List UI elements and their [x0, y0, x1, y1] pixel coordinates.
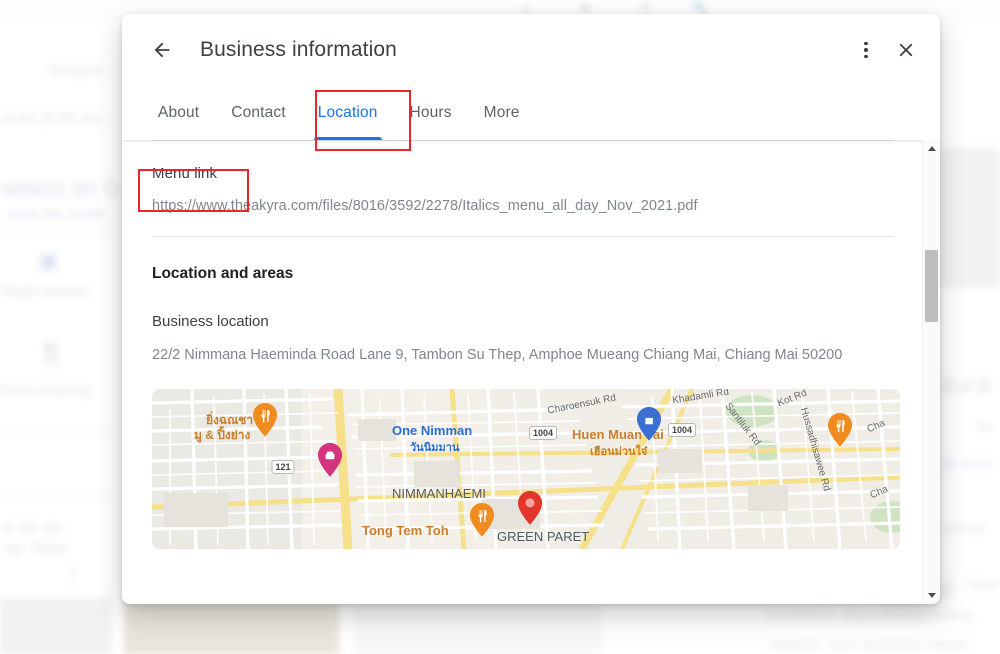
background-text: aura	[938, 368, 991, 398]
bg-top-icon-3: ▤	[639, 0, 652, 14]
scrollbar-up-arrow[interactable]	[923, 140, 940, 157]
back-button[interactable]	[142, 30, 182, 70]
map-base-layer	[152, 389, 900, 549]
location-and-areas-title: Location and areas	[152, 265, 294, 282]
arrow-left-icon	[154, 42, 170, 58]
background-photo-tile	[0, 598, 112, 654]
menu-link-url[interactable]: https://www.theakyra.com/files/8016/3592…	[152, 182, 894, 236]
background-photo-tile	[930, 148, 1000, 288]
background-text: siness	[944, 520, 985, 536]
dialog-header: Business information About Contact Locatio…	[122, 14, 940, 140]
background-divider	[0, 432, 118, 433]
location-map[interactable]: ยิ่งฉณชา มู & ปิ้งย่าง One Nimman วันนิมมาน…	[152, 389, 900, 549]
dialog-scroll-area[interactable]: Menu link https://www.theakyra.com/files…	[122, 140, 940, 604]
background-text: Located in: akyra Manor Chiang	[768, 606, 973, 622]
background-text: esults (0.60 sec	[0, 110, 105, 127]
bg-top-icon-4: 🔍	[692, 0, 707, 14]
dialog-header-row: Business information	[122, 14, 940, 86]
background-divider	[0, 495, 118, 496]
business-address: 22/2 Nimmana Haeminda Road Lane 9, Tambo…	[152, 347, 843, 363]
dialog-scrollbar[interactable]	[922, 140, 940, 604]
background-text: Images	[50, 62, 104, 79]
scrollbar-down-arrow[interactable]	[923, 587, 940, 604]
menu-link-label: Menu link	[152, 165, 218, 182]
background-text: ay: New	[6, 540, 66, 557]
scrollbar-thumb[interactable]	[925, 250, 938, 322]
dialog-title: Business information	[200, 38, 397, 61]
background-text: Food ordering	[0, 382, 90, 398]
read-reviews-icon: ▣	[38, 248, 59, 273]
background-text: gle revie	[938, 455, 993, 471]
road-shield-icon: 1004	[528, 426, 558, 440]
background-photo-tile	[124, 600, 339, 654]
road-shield-icon: 121	[271, 460, 295, 474]
background-text: Read reviews	[0, 283, 88, 299]
tab-hours[interactable]: Hours	[394, 86, 468, 140]
more-vert-icon	[864, 41, 868, 59]
background-photo-tile	[352, 600, 602, 654]
business-location-label: Business location	[152, 313, 269, 330]
overflow-menu-button[interactable]	[846, 30, 886, 70]
background-divider	[0, 233, 118, 234]
background-text: h - Takea	[945, 576, 1000, 592]
tab-more[interactable]: More	[468, 86, 536, 140]
dialog-tabs: About Contact Location Hours More	[122, 86, 940, 140]
food-ordering-icon: 🍴	[38, 340, 66, 365]
tab-location[interactable]: Location	[302, 86, 394, 140]
background-text: usiness on G	[0, 176, 121, 201]
road-shield-icon: 1004	[667, 423, 697, 437]
bg-top-icon-2: ◉	[580, 0, 591, 14]
tab-about[interactable]: About	[142, 86, 215, 140]
business-information-dialog: Business information About Contact Locatio…	[122, 14, 940, 604]
bg-top-icon-1: ▲	[519, 0, 532, 14]
dialog-body: Menu link https://www.theakyra.com/files…	[122, 140, 940, 604]
location-content: Menu link https://www.theakyra.com/files…	[152, 140, 900, 589]
background-text: Address: 22/2 Nimmana Haemi	[768, 636, 968, 652]
background-text: views this month	[6, 206, 106, 221]
close-icon	[899, 43, 913, 57]
more-options-icon: ⋮	[62, 560, 84, 585]
tab-contact[interactable]: Contact	[215, 86, 301, 140]
close-button[interactable]	[886, 30, 926, 70]
background-text: urs for an	[0, 520, 62, 537]
background-text: Sa	[976, 419, 993, 434]
